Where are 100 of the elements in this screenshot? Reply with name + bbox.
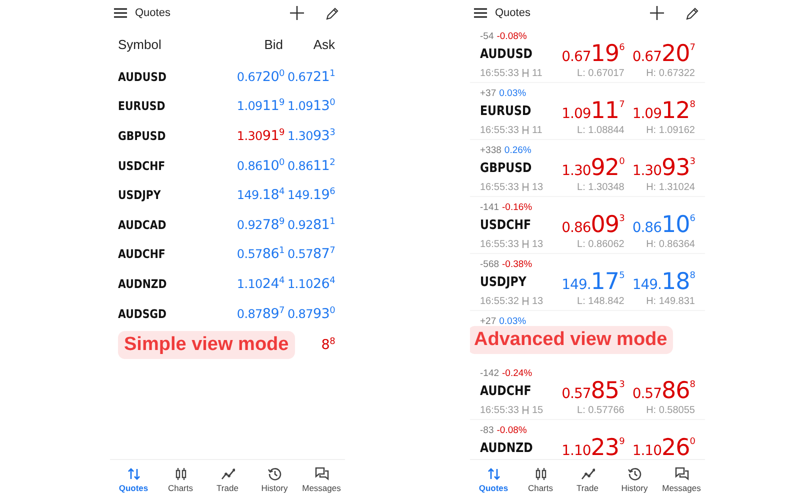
symbol: EURUSD <box>480 104 532 118</box>
time: 16:55:33 <box>480 182 519 192</box>
price: 1.0913$^{0}$ <box>287 98 335 114</box>
low-price: L: 1.30348 <box>576 182 624 192</box>
symbol: AUDNZD <box>480 440 534 456</box>
column-header: Symbol <box>118 36 162 52</box>
spread: 13 <box>532 238 544 250</box>
price: 0.6720$^{7}$ <box>632 41 695 67</box>
price: 0.8793$^{0}$ <box>287 306 335 322</box>
screen-title: Quotes <box>495 7 532 19</box>
change-percent: -0.38% <box>502 259 532 270</box>
change-percent: 0.03% <box>499 88 526 99</box>
high-price: H: 0.67322 <box>645 68 695 78</box>
spread: 11 <box>532 124 542 136</box>
high-price: H: 0.58055 <box>645 404 695 416</box>
symbol: AUDCHF <box>118 247 166 262</box>
price: 0.8610$^{6}$ <box>632 212 695 238</box>
chat-icon <box>674 467 688 481</box>
price: 8$^{8}$ <box>321 338 335 352</box>
change-points: -142 <box>480 368 500 379</box>
symbol: USDJPY <box>480 274 528 290</box>
nav-tab[interactable]: Messages <box>658 460 705 500</box>
high-price: H: 149.831 <box>645 296 695 306</box>
symbol: AUDSGD <box>118 306 168 321</box>
history-icon <box>628 467 642 481</box>
price: 149.18$^{8}$ <box>632 269 695 295</box>
line-chart-icon <box>220 467 234 481</box>
nav-tab[interactable]: History <box>251 460 298 500</box>
high-price: H: 0.86364 <box>645 238 695 250</box>
pencil-icon[interactable] <box>686 6 699 20</box>
price: 0.6721$^{1}$ <box>287 68 335 85</box>
price: 1.1023$^{9}$ <box>562 435 624 459</box>
price: 0.6719$^{6}$ <box>562 41 624 67</box>
nav-tab[interactable]: History <box>611 460 658 500</box>
change-points: +37 <box>480 88 496 99</box>
spread: 13 <box>532 182 544 192</box>
low-price: L: 148.842 <box>576 296 624 306</box>
chat-icon <box>314 467 328 481</box>
candlestick-icon <box>174 467 188 481</box>
change-points: -141 <box>480 202 500 213</box>
change-points: +338 <box>480 145 502 156</box>
symbol: AUDCHF <box>480 384 532 398</box>
time: 16:55:33 <box>480 68 519 78</box>
menu-icon[interactable] <box>474 8 487 18</box>
price: 149.17$^{5}$ <box>562 269 624 295</box>
price: 1.09 12$^{8}$ <box>632 98 695 124</box>
spread: 11 <box>532 68 542 78</box>
price: 1.1026$^{4}$ <box>287 276 335 292</box>
change-points: -83 <box>480 425 494 436</box>
arrows-icon <box>486 467 500 481</box>
change-percent: -0.08% <box>496 31 527 42</box>
spread: 13 <box>532 296 544 306</box>
pencil-icon[interactable] <box>326 6 339 20</box>
menu-icon[interactable] <box>114 8 127 18</box>
price: 0.5785$^{3}$ <box>562 378 624 404</box>
column-header: Bid <box>263 36 283 52</box>
low-price: L: 0.67017 <box>576 68 624 78</box>
arrows-icon <box>126 467 140 481</box>
price: 1.3092$^{0}$ <box>562 155 624 181</box>
change-percent: -0.16% <box>502 202 532 213</box>
nav-tab[interactable]: Quotes <box>470 460 517 500</box>
symbol: USDCHF <box>118 158 166 173</box>
screen-title: Quotes <box>135 7 172 19</box>
price: 1.0911$^{9}$ <box>236 98 284 114</box>
price: 0.5787$^{7}$ <box>287 246 335 262</box>
symbol: AUDUSD <box>118 70 168 84</box>
change-points: -568 <box>480 259 500 270</box>
history-icon <box>268 467 282 481</box>
symbol: AUDUSD <box>480 46 534 62</box>
nav-tab[interactable]: Quotes <box>110 460 157 500</box>
mode-label: Simple view mode <box>118 331 295 360</box>
low-price: L: 1.08844 <box>576 124 624 136</box>
change-percent: 0.03% <box>499 316 526 327</box>
price: 1.1024$^{4}$ <box>236 276 284 292</box>
time: 16:55:33 <box>480 238 519 250</box>
change-percent: -0.08% <box>496 425 527 436</box>
symbol: USDCHF <box>480 218 532 232</box>
time: 16:55:33 <box>480 124 519 136</box>
time: 16:55:33 <box>480 404 519 416</box>
nav-tab[interactable]: Charts <box>157 460 204 500</box>
spread-icon <box>522 297 529 305</box>
nav-tab[interactable]: Trade <box>564 460 611 500</box>
change-points: +27 <box>480 316 496 327</box>
nav-tab[interactable]: Trade <box>204 460 251 500</box>
change-points: -54 <box>480 31 494 42</box>
spread: 15 <box>532 404 544 416</box>
candlestick-icon <box>534 467 548 481</box>
spread-icon <box>522 406 529 414</box>
nav-tab[interactable]: Charts <box>517 460 564 500</box>
change-percent: -0.24% <box>502 368 532 379</box>
high-price: H: 1.09162 <box>645 124 695 136</box>
nav-tab[interactable]: Messages <box>298 460 345 500</box>
price: 0.6720$^{0}$ <box>236 68 284 85</box>
plus-icon[interactable] <box>290 6 304 20</box>
price: 0.8609$^{3}$ <box>562 212 624 238</box>
price: 0.8611$^{2}$ <box>287 158 335 174</box>
price: 1.1026$^{0}$ <box>632 435 695 459</box>
price: 0.8610$^{0}$ <box>236 158 284 174</box>
plus-icon[interactable] <box>650 6 664 20</box>
high-price: H: 1.31024 <box>645 182 695 192</box>
